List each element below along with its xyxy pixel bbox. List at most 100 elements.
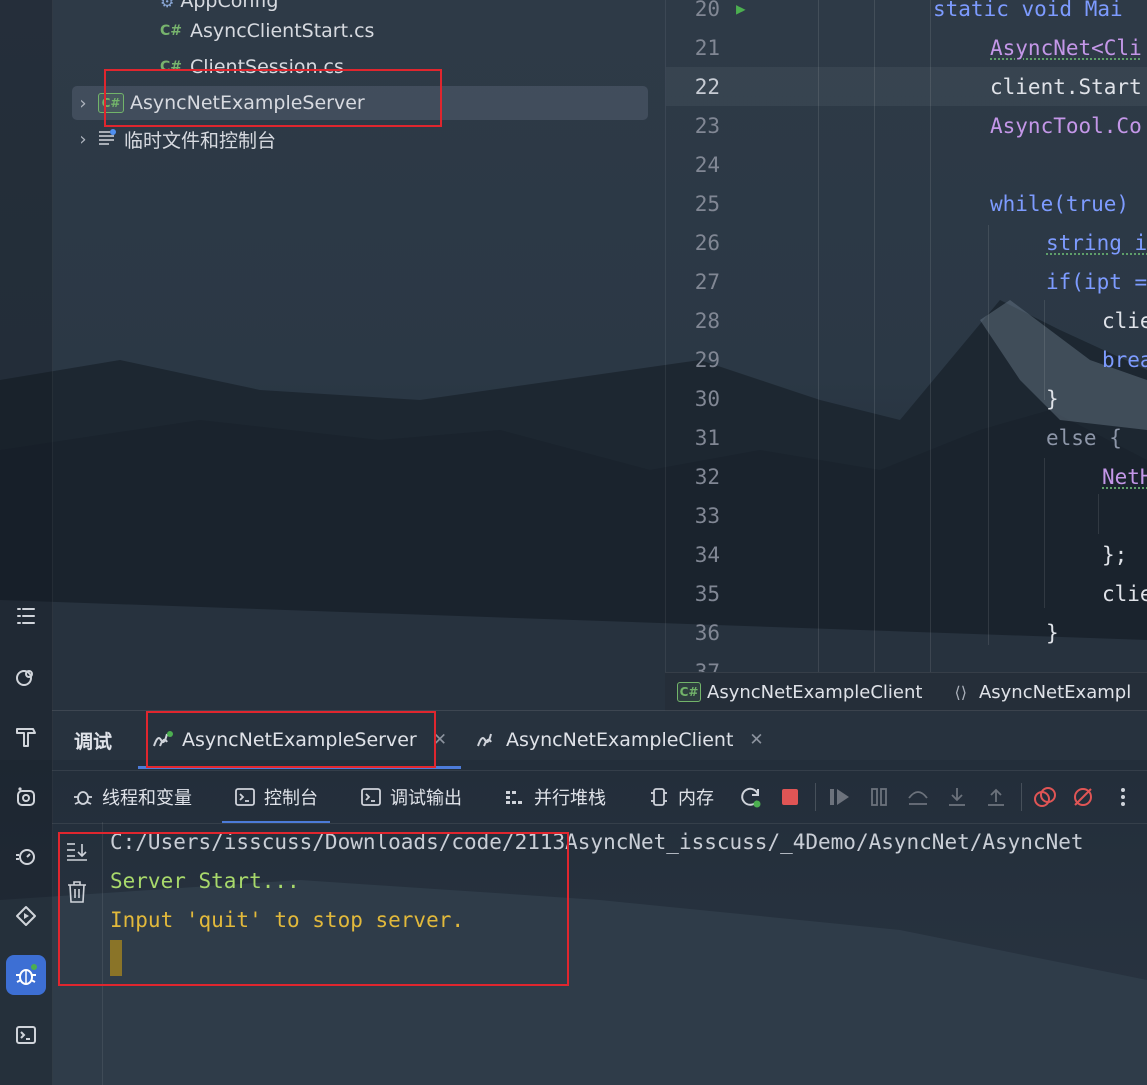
code-line[interactable]: 31 else { (666, 418, 1147, 457)
tab-asyncnetexampleserver[interactable]: AsyncNetExampleServer ✕ (138, 711, 461, 769)
config-file-icon: ⚙ (160, 0, 174, 11)
chevron-right-icon[interactable]: › (72, 129, 94, 150)
services-icon[interactable] (6, 777, 46, 817)
more-options-icon[interactable] (1110, 784, 1136, 810)
restart-icon[interactable] (738, 784, 764, 810)
console-line-server-start: Server Start... (110, 869, 300, 893)
console-line-input-prompt: Input 'quit' to stop server. (110, 908, 464, 932)
line-number: 25 (666, 192, 720, 216)
code-line[interactable]: 29 brea (666, 340, 1147, 379)
line-number: 35 (666, 582, 720, 606)
tab-memory[interactable]: 内存 (648, 771, 714, 823)
code-line[interactable]: 34 }; (666, 535, 1147, 574)
code-text: } (1046, 387, 1059, 411)
code-line[interactable]: 27 if(ipt = (666, 262, 1147, 301)
code-line[interactable]: 32 NetH (666, 457, 1147, 496)
code-line[interactable]: 21 AsyncNet<Cli (666, 28, 1147, 67)
tab-threads-variables[interactable]: 线程和变量 (72, 771, 192, 823)
line-number: 27 (666, 270, 720, 294)
console-line-path: C:/Users/isscuss/Downloads/code/2113Asyn… (110, 830, 1084, 854)
code-text: else { (1046, 426, 1122, 450)
code-line[interactable]: 23 AsyncTool.Co (666, 106, 1147, 145)
build-hammer-icon[interactable] (6, 717, 46, 757)
scroll-to-end-icon[interactable] (65, 840, 89, 866)
tab-label: 控制台 (264, 784, 318, 810)
tab-debug-output[interactable]: 调试输出 (360, 771, 462, 823)
structure-icon[interactable] (6, 596, 46, 636)
close-icon[interactable]: ✕ (433, 730, 447, 750)
csharp-class-icon: C# (677, 682, 701, 702)
tree-item-asyncclientstart[interactable]: C# AsyncClientStart.cs (160, 14, 374, 48)
code-line[interactable]: 22 client.Start (666, 67, 1147, 106)
step-into-icon[interactable] (944, 784, 970, 810)
tree-item-clientsession[interactable]: C# ClientSession.cs (160, 50, 344, 84)
debug-bug-icon[interactable] (6, 955, 46, 995)
tab-label: 内存 (678, 784, 714, 810)
code-line[interactable]: 24 (666, 145, 1147, 184)
tree-item-scratches[interactable]: › 临时文件和控制台 (72, 122, 276, 156)
scratches-icon (98, 128, 116, 150)
line-number: 29 (666, 348, 720, 372)
tab-label: 线程和变量 (102, 784, 192, 810)
code-editor[interactable]: 20 ▶ static void Mai 21 AsyncNet<Cli 22 … (665, 0, 1147, 672)
code-text: static void Mai (933, 0, 1123, 21)
run-gutter-icon[interactable]: ▶ (736, 0, 746, 18)
toolbar-separator (1021, 783, 1022, 811)
console-output[interactable]: C:/Users/isscuss/Downloads/code/2113Asyn… (52, 822, 1147, 1085)
pause-icon[interactable] (866, 784, 892, 810)
run-icon[interactable] (6, 896, 46, 936)
terminal-icon[interactable] (6, 1015, 46, 1055)
debug-tab-bar: 调试 AsyncNetExampleServer ✕ AsyncNetExamp… (52, 710, 1147, 771)
profiler-stopwatch-icon[interactable] (6, 836, 46, 876)
tab-asyncnetexampleclient[interactable]: AsyncNetExampleClient ✕ (476, 711, 764, 769)
line-number: 33 (666, 504, 720, 528)
tab-label: AsyncNetExampleClient (506, 729, 733, 751)
code-line[interactable]: 28 clie (666, 301, 1147, 340)
step-out-icon[interactable] (983, 784, 1009, 810)
console-input-cursor[interactable] (110, 940, 122, 976)
code-line[interactable]: 36 } (666, 613, 1147, 652)
code-text: AsyncTool.Co (990, 114, 1142, 138)
mute-breakpoints-icon[interactable] (1070, 784, 1096, 810)
code-line[interactable]: 33 (666, 496, 1147, 535)
line-number: 26 (666, 231, 720, 255)
memory-icon (648, 786, 670, 808)
console-icon (360, 786, 382, 808)
chevron-right-icon[interactable]: › (72, 93, 94, 114)
view-breakpoints-icon[interactable] (1032, 784, 1058, 810)
code-line[interactable]: 20 ▶ static void Mai (666, 0, 1147, 28)
line-number: 28 (666, 309, 720, 333)
stop-icon[interactable] (777, 784, 803, 810)
code-line[interactable]: 25 while(true) (666, 184, 1147, 223)
code-line[interactable]: 35 clie (666, 574, 1147, 613)
tab-console[interactable]: 控制台 (234, 771, 318, 823)
breadcrumb-file[interactable]: AsyncNetExampleClient (707, 682, 922, 703)
code-line[interactable]: 26 string i (666, 223, 1147, 262)
code-line[interactable]: 37 (666, 652, 1147, 672)
line-number: 21 (666, 36, 720, 60)
tree-item-label: AppConfig (180, 0, 278, 12)
close-icon[interactable]: ✕ (749, 730, 763, 750)
tab-label: 并行堆栈 (534, 784, 606, 810)
tab-parallel-stacks[interactable]: 并行堆栈 (504, 771, 606, 823)
code-text: string i (1046, 231, 1147, 255)
resume-icon[interactable] (827, 784, 853, 810)
editor-breadcrumb: C# AsyncNetExampleClient ⟨⟩ AsyncNetExam… (665, 672, 1147, 711)
clear-trash-icon[interactable] (66, 880, 88, 908)
code-text: if(ipt = (1046, 270, 1147, 294)
tree-item-label: AsyncNetExampleServer (130, 92, 365, 114)
line-number: 23 (666, 114, 720, 138)
line-number: 32 (666, 465, 720, 489)
step-over-icon[interactable] (905, 784, 931, 810)
code-text: } (1046, 621, 1059, 645)
tree-item-asyncnetexampleserver[interactable]: › C# AsyncNetExampleServer (72, 86, 648, 120)
code-line[interactable]: 30 } (666, 379, 1147, 418)
tree-item-label: ClientSession.cs (190, 56, 344, 78)
code-text: brea (1102, 348, 1147, 372)
breadcrumb-member[interactable]: AsyncNetExampl (979, 682, 1131, 703)
code-text: while(true) (990, 192, 1129, 216)
git-icon[interactable] (6, 657, 46, 697)
tree-item-label: 临时文件和控制台 (124, 126, 276, 153)
code-text: client.Start (990, 75, 1142, 99)
csharp-file-icon: C# (160, 59, 182, 75)
